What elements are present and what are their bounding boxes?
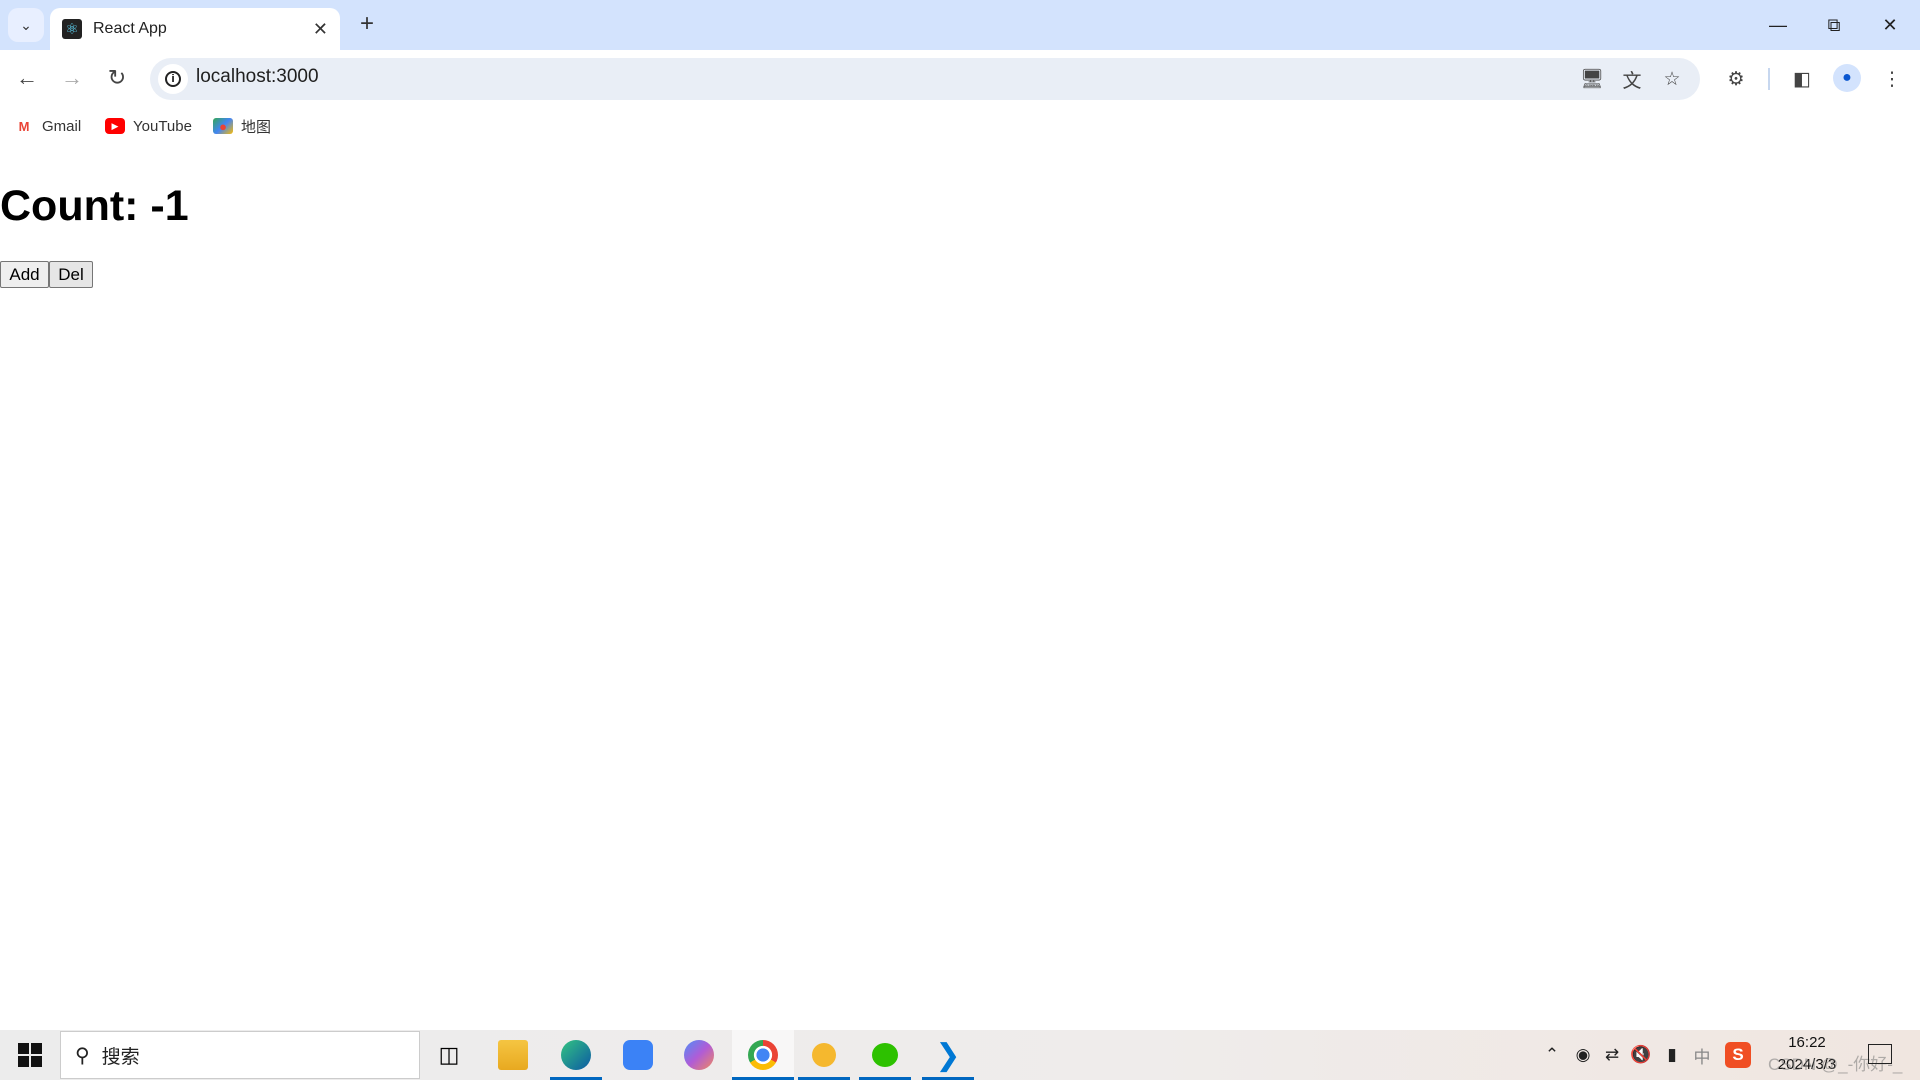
windows-start-icon[interactable] [18,1043,42,1067]
volume-muted-icon[interactable]: 🔇 [1628,1042,1654,1068]
taskbar-search[interactable]: ⚲ 搜索 [60,1031,420,1079]
restore-button[interactable]: ⧉ [1806,0,1862,50]
del-button[interactable]: Del [49,261,93,288]
vscode-icon[interactable]: ❯ [922,1030,974,1080]
install-app-icon[interactable]: 🖥 [1577,64,1607,94]
gmail-icon: M [18,118,30,134]
bookmark-maps[interactable]: ● 地图 [213,114,271,138]
close-tab-icon[interactable]: ✕ [313,19,328,40]
battery-icon[interactable]: ▮ [1659,1042,1685,1068]
side-panel-icon[interactable]: ◧ [1787,64,1817,94]
search-icon: ⚲ [75,1044,90,1067]
back-button[interactable]: ← [11,62,43,94]
task-view-icon[interactable]: ◫ [423,1030,475,1080]
add-button[interactable]: Add [0,261,49,288]
tab-react-app[interactable]: ⚛ React App ✕ [50,8,340,50]
translate-icon[interactable]: 文 [1617,64,1647,94]
react-logo-icon: ⚛ [62,19,82,39]
bookmark-star-icon[interactable]: ☆ [1657,64,1687,94]
info-icon: i [165,71,181,87]
search-placeholder: 搜索 [101,1046,140,1068]
bookmarks-bar [0,106,1920,146]
tab-title: React App [93,20,167,37]
site-info-button[interactable]: i [158,64,188,94]
close-window-button[interactable]: ✕ [1862,0,1918,50]
bookmark-youtube[interactable]: ▶ YouTube [105,114,192,138]
edge-icon[interactable] [550,1030,602,1080]
bookmark-label: 地图 [241,118,272,136]
bookmark-gmail[interactable]: M Gmail [14,114,82,138]
address-bar[interactable] [150,58,1700,100]
profile-avatar[interactable]: ● [1833,64,1861,92]
sogou-ime-icon[interactable]: S [1725,1042,1751,1068]
notification-center-icon[interactable] [1868,1044,1892,1064]
reload-button[interactable]: ↻ [101,62,133,94]
new-tab-button[interactable]: + [352,10,382,40]
minimize-button[interactable]: — [1750,0,1806,50]
chevron-down-icon: ⌄ [20,16,32,33]
extensions-icon[interactable]: ⚙ [1721,64,1751,94]
copilot-icon[interactable] [673,1030,725,1080]
youtube-icon: ▶ [105,118,125,134]
url-text[interactable]: localhost:3000 [196,66,319,88]
wechat-icon[interactable] [859,1030,911,1080]
menu-icon[interactable]: ⋮ [1877,64,1907,94]
chrome-icon[interactable] [732,1030,794,1080]
app-icon-yellow[interactable] [798,1030,850,1080]
file-explorer-icon[interactable] [487,1030,539,1080]
count-heading: Count: -1 [0,182,189,230]
ime-indicator[interactable]: 中 [1689,1042,1715,1068]
forward-button[interactable]: → [56,62,88,94]
tab-search-button[interactable]: ⌄ [8,8,44,42]
record-icon[interactable]: ◉ [1570,1042,1596,1068]
bookmark-label: Gmail [42,117,82,135]
maps-icon: ● [213,118,233,134]
sync-icon[interactable]: ⇄ [1599,1042,1625,1068]
toolbar-divider [1768,68,1770,90]
show-hidden-icons-icon[interactable]: ⌃ [1539,1042,1565,1068]
bookmark-label: YouTube [133,117,192,135]
feishu-icon[interactable] [612,1030,664,1080]
